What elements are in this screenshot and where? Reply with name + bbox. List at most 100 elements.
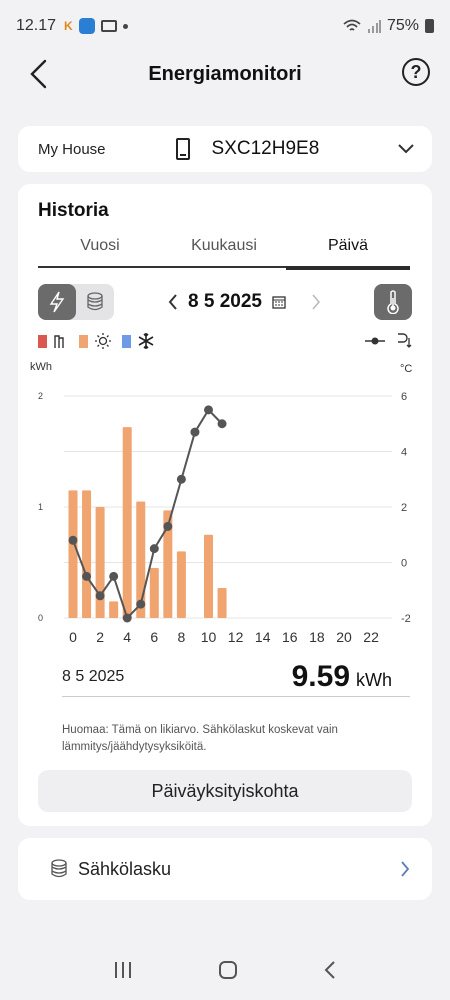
y-left-label: kWh xyxy=(30,361,52,373)
y-left-tick: 0 xyxy=(38,613,43,623)
notification-icons: K xyxy=(64,18,128,34)
energy-bar xyxy=(176,551,186,618)
coins-icon xyxy=(87,292,103,311)
y-right-tick: 6 xyxy=(401,391,407,403)
temperature-point xyxy=(176,474,186,484)
x-tick-label: 14 xyxy=(255,629,271,645)
chart-bars xyxy=(68,427,227,618)
tab-day[interactable]: Päivä xyxy=(286,234,410,270)
temperature-line xyxy=(68,405,227,623)
y-left-tick: 1 xyxy=(38,502,43,512)
chart-grid xyxy=(64,395,392,619)
date-navigator: 8 5 2025 xyxy=(168,288,324,316)
total-kwh: 9.59 xyxy=(291,660,350,693)
signal-icon xyxy=(367,20,381,33)
energy-bar xyxy=(95,507,105,618)
k-app-icon: K xyxy=(64,19,73,33)
energy-bar xyxy=(122,427,132,618)
energy-bar xyxy=(68,490,78,618)
device-selector[interactable]: My House SXC12H9E8 xyxy=(18,126,432,172)
temperature-point xyxy=(109,571,119,581)
x-tick-label: 20 xyxy=(336,629,352,645)
home-icon[interactable] xyxy=(218,960,238,980)
total-unit: kWh xyxy=(356,670,392,690)
back-arrow-icon xyxy=(30,59,47,89)
x-tick-label: 2 xyxy=(96,629,104,645)
temperature-point xyxy=(95,591,105,601)
y-right-label: °C xyxy=(400,363,412,375)
recent-apps-icon[interactable] xyxy=(113,961,133,979)
battery-percent: 75% xyxy=(386,17,419,34)
hotwater-swatch xyxy=(79,334,88,348)
history-card: Historia Vuosi Kuukausi Päivä 8 5 2025 k… xyxy=(18,184,432,826)
app-notification-icon xyxy=(78,18,95,34)
status-right: 75% xyxy=(343,17,434,35)
status-time: 12.17 xyxy=(16,17,57,34)
temperature-point xyxy=(136,599,146,609)
temperature-point xyxy=(190,427,200,437)
x-tick-label: 16 xyxy=(282,629,298,645)
page-title: Energiamonitori xyxy=(148,62,302,85)
cooling-swatch xyxy=(122,334,131,348)
thermometer-icon xyxy=(387,290,399,314)
y-left-tick: 2 xyxy=(38,391,43,401)
x-tick-label: 22 xyxy=(363,629,379,645)
more-notifications-icon xyxy=(122,23,128,29)
system-nav-bar xyxy=(0,940,450,1000)
temperature-point xyxy=(204,405,213,415)
device-model: SXC12H9E8 xyxy=(211,138,320,159)
bill-label: Sähkölasku xyxy=(78,858,172,879)
selected-date[interactable]: 8 5 2025 xyxy=(188,291,262,313)
mail-icon xyxy=(100,20,117,32)
house-name: My House xyxy=(38,140,106,158)
help-icon: ? xyxy=(410,61,422,82)
back-button[interactable] xyxy=(22,56,54,92)
temperature-toggle-button[interactable] xyxy=(374,284,412,320)
status-bar: 12.17 K 75% xyxy=(0,0,450,52)
x-tick-label: 10 xyxy=(201,629,217,645)
next-date-icon[interactable] xyxy=(310,294,324,310)
sun-icon xyxy=(95,333,111,349)
day-detail-button[interactable]: Päiväyksityiskohta xyxy=(38,770,412,812)
y-right-tick: 2 xyxy=(401,502,407,514)
temperature-point xyxy=(217,419,227,429)
x-tick-label: 6 xyxy=(150,629,158,645)
energy-bar xyxy=(204,534,213,618)
battery-icon xyxy=(425,19,434,33)
lightning-icon xyxy=(49,291,65,313)
x-tick-label: 18 xyxy=(309,629,325,645)
temperature-point xyxy=(163,521,173,531)
tab-year[interactable]: Vuosi xyxy=(38,234,162,266)
x-tick-label: 12 xyxy=(228,629,244,645)
energy-bar xyxy=(109,601,119,618)
period-tabs: Vuosi Kuukausi Päivä xyxy=(38,234,410,270)
system-back-icon[interactable] xyxy=(323,960,337,980)
temperature-point xyxy=(82,571,92,581)
temperature-point xyxy=(149,544,159,554)
energy-view-button[interactable] xyxy=(38,284,76,320)
x-tick-label: 4 xyxy=(123,629,131,645)
y-right-tick: 4 xyxy=(401,447,407,459)
outdoor-temperature-icon xyxy=(398,333,412,348)
history-title: Historia xyxy=(38,200,109,221)
heating-swatch xyxy=(38,334,47,348)
divider xyxy=(62,696,410,697)
radiator-icon xyxy=(54,335,64,348)
legend-right xyxy=(364,332,412,350)
y-right-tick: -2 xyxy=(401,613,411,625)
prev-date-icon[interactable] xyxy=(168,294,178,310)
view-toggle xyxy=(38,284,114,320)
energy-bar xyxy=(217,588,227,618)
energy-chart: kWh °C 2106420-20 2 4 6 8 10 12 14 16 18 20 22 xyxy=(30,361,412,645)
coins-icon xyxy=(51,859,67,878)
temperature-polyline xyxy=(72,408,223,620)
help-button[interactable]: ? xyxy=(402,58,430,86)
calendar-icon[interactable] xyxy=(272,295,286,309)
summary-date: 8 5 2025 xyxy=(62,668,125,685)
wifi-icon xyxy=(343,19,361,31)
tab-month[interactable]: Kuukausi xyxy=(162,234,286,266)
temperature-point xyxy=(122,613,132,623)
cost-view-button[interactable] xyxy=(76,284,114,320)
electricity-bill-row[interactable]: Sähkölasku xyxy=(18,838,432,900)
y-right-tick: 0 xyxy=(401,558,407,570)
